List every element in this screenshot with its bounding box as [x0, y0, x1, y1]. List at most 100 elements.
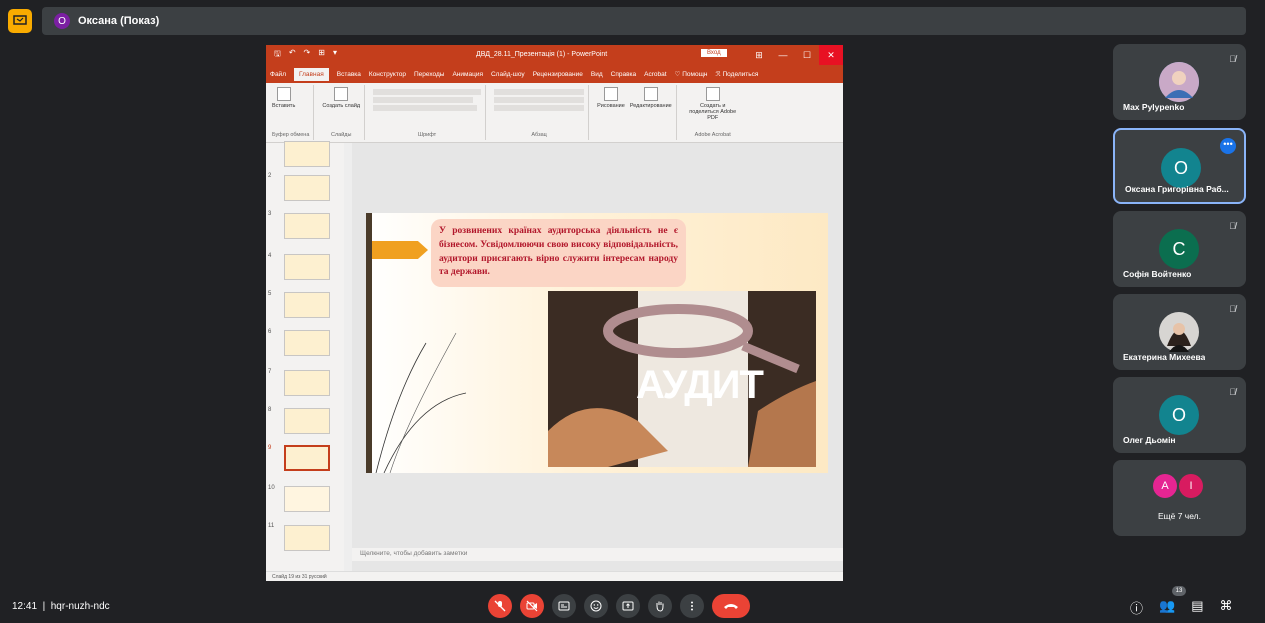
meeting-time-code: 12:41 | hqr-nuzh-ndc: [12, 601, 110, 612]
participant-name: Олег Дьомін: [1123, 435, 1176, 445]
customize-qat-icon: ▾: [332, 48, 337, 57]
presenter-avatar: О: [54, 13, 70, 29]
activities-icon[interactable]: ⌘: [1220, 598, 1233, 617]
slide-thumbnail: [284, 175, 330, 201]
mic-off-icon: 🎙̸: [1229, 387, 1236, 397]
undo-icon: ↶: [288, 48, 296, 57]
ppt-title-bar: 🖫 ↶ ↷ ⊞ ▾ ДВД_28.11_Презентація (1) - Po…: [266, 45, 843, 65]
presentation-icon[interactable]: [8, 9, 32, 33]
meet-window: О Оксана (Показ) 🖫 ↶ ↷ ⊞ ▾ ДВД_28.11_Пре…: [0, 0, 1265, 623]
slide-thumbnail: [284, 408, 330, 434]
slide-arrow-shape: [372, 241, 428, 259]
group-label: Буфер обмена: [272, 132, 310, 138]
ribbon-group-font: Шрифт: [369, 85, 487, 140]
participant-name: Софія Войтенко: [1123, 269, 1192, 279]
participant-tile[interactable]: 🎙̸ Екатерина Михеева: [1113, 294, 1246, 370]
ribbon-group-drawing: Рисование Редактирование: [593, 85, 677, 140]
drawing-icon: [603, 87, 618, 101]
tab-file: Файл: [270, 70, 286, 78]
slide-thumbnail: [284, 254, 330, 280]
avatar: [1159, 62, 1199, 102]
slide-number: 4: [268, 253, 272, 259]
more-participants-tile[interactable]: А І Ещё 7 чел.: [1113, 460, 1246, 536]
top-bar: О Оксана (Показ): [0, 0, 1265, 40]
tab-help: Справка: [610, 70, 637, 78]
camera-off-button[interactable]: [520, 594, 544, 618]
more-avatars: А І: [1153, 474, 1203, 498]
tab-review: Рецензирование: [532, 70, 583, 78]
slide-thumbnail-selected: [284, 445, 330, 471]
info-icon[interactable]: ⓘ: [1130, 598, 1143, 617]
new-slide-icon: [334, 87, 349, 101]
captions-button[interactable]: [552, 594, 576, 618]
people-icon[interactable]: 👥: [1159, 598, 1175, 617]
tab-view: Вид: [590, 70, 603, 78]
close-icon: ✕: [819, 45, 843, 65]
present-from-start-icon: ⊞: [318, 48, 325, 57]
maximize-icon: ☐: [802, 50, 812, 60]
tab-share: ℛ Поделиться: [715, 71, 759, 78]
slide-number: 8: [268, 407, 272, 413]
login-button: Вход: [701, 49, 727, 57]
slide-thumbnail: [284, 330, 330, 356]
ribbon-display-icon: ⊞: [755, 50, 763, 60]
ribbon-group-paragraph: Абзац: [490, 85, 590, 140]
participant-tile-active[interactable]: О ••• Оксана Григорівна Раб...: [1113, 128, 1246, 204]
save-icon: 🖫: [274, 49, 281, 58]
create-pdf-button: Создать и поделиться Adobe PDF: [685, 87, 741, 121]
slide-callout-text: У розвинених країнах аудиторська діяльні…: [431, 219, 686, 287]
tab-acrobat: Acrobat: [644, 70, 667, 78]
tab-design: Конструктор: [368, 70, 406, 78]
tab-insert: Вставка: [336, 70, 361, 78]
slide-number: 10: [268, 485, 275, 491]
mic-off-icon: 🎙̸: [1229, 304, 1236, 314]
tab-animations: Анимация: [452, 70, 483, 78]
window-controls: ⊞ — ☐ ✕: [747, 45, 843, 65]
mic-off-icon: [494, 600, 506, 612]
captions-icon: [558, 601, 570, 611]
slide-thumbnail: [284, 213, 330, 239]
avatar: А: [1153, 474, 1177, 498]
ribbon-group-clipboard: Вставить Буфер обмена: [268, 85, 315, 140]
redo-icon: ↷: [303, 48, 311, 57]
slide-thumbnails: 2 3 4 5 6 7 8 9 10 11: [266, 141, 344, 571]
group-label: Абзац: [531, 132, 547, 138]
slide-thumbnail: [284, 525, 330, 551]
ribbon-tabs: Файл Главная Вставка Конструктор Переход…: [266, 65, 843, 83]
participant-tile[interactable]: С 🎙̸ Софія Войтенко: [1113, 211, 1246, 287]
people-count-badge: 13: [1172, 586, 1186, 596]
presenter-chip[interactable]: О Оксана (Показ): [42, 7, 1246, 35]
mic-off-icon: 🎙̸: [1229, 221, 1236, 231]
more-participants-label: Ещё 7 чел.: [1157, 511, 1202, 521]
ribbon-group-slides: Создать слайд Слайды: [318, 85, 366, 140]
more-options-icon[interactable]: •••: [1220, 138, 1236, 154]
slide-number: 9: [268, 445, 272, 451]
slide-thumbnail: [284, 292, 330, 318]
chat-icon[interactable]: ▤: [1191, 598, 1203, 617]
presenter-label: Оксана (Показ): [78, 15, 160, 27]
end-call-button[interactable]: [712, 594, 750, 618]
raise-hand-button[interactable]: [648, 594, 672, 618]
drawing-button: Рисование: [597, 87, 625, 109]
ribbon-group-acrobat: Создать и поделиться Adobe PDF Adobe Acr…: [681, 85, 745, 140]
group-label: Слайды: [331, 132, 352, 138]
participant-tile[interactable]: О 🎙̸ Олег Дьомін: [1113, 377, 1246, 453]
search-icon: [643, 87, 658, 101]
pdf-icon: [705, 87, 720, 101]
emoji-button[interactable]: [584, 594, 608, 618]
more-options-button[interactable]: [680, 594, 704, 618]
participant-name: Max Pylypenko: [1123, 102, 1185, 112]
thumbnail-scrollbar: [344, 143, 352, 571]
tab-tell-me: ♡ Помощн: [674, 71, 708, 78]
participant-tile[interactable]: 🎙̸ Max Pylypenko: [1113, 44, 1246, 120]
slide-thumbnail: [284, 370, 330, 396]
present-button[interactable]: [616, 594, 640, 618]
mic-off-button[interactable]: [488, 594, 512, 618]
minimize-icon: —: [778, 50, 788, 60]
slide-number: 2: [268, 173, 272, 179]
slide-number: 11: [268, 523, 275, 529]
camera-off-icon: [526, 600, 538, 612]
notes-pane: Щелкните, чтобы добавить заметки: [352, 548, 843, 561]
document-title: ДВД_28.11_Презентація (1) - PowerPoint: [476, 51, 608, 58]
participant-name: Оксана Григорівна Раб...: [1125, 184, 1229, 194]
